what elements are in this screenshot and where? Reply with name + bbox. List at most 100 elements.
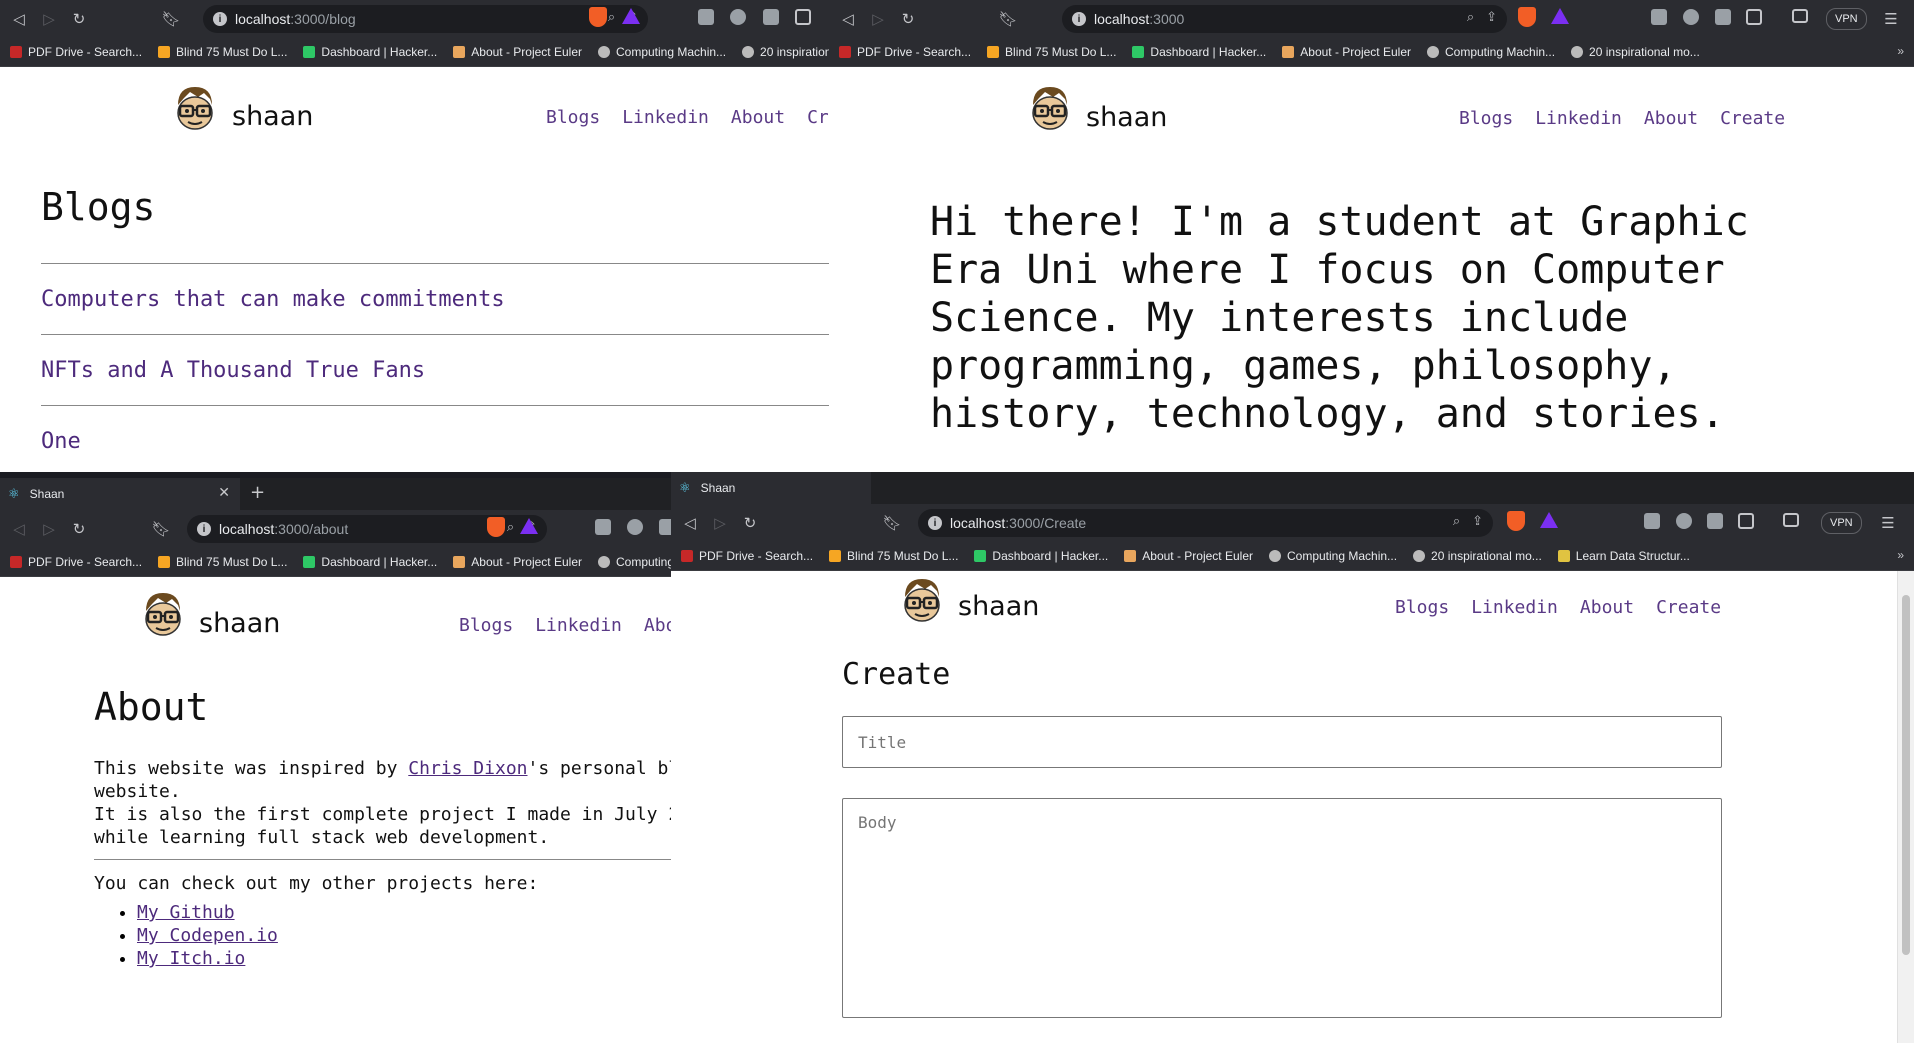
nav-blogs[interactable]: Blogs bbox=[1395, 597, 1449, 618]
back-icon[interactable]: ◁ bbox=[8, 518, 30, 540]
body-textarea[interactable] bbox=[842, 798, 1722, 1018]
chris-dixon-link[interactable]: Chris Dixon bbox=[408, 758, 527, 779]
back-icon[interactable]: ◁ bbox=[8, 8, 30, 30]
brave-rewards-icon[interactable] bbox=[520, 518, 538, 534]
brave-shields-icon[interactable] bbox=[1518, 7, 1536, 27]
reload-icon[interactable]: ↻ bbox=[739, 512, 761, 534]
bookmark-item[interactable]: Computing Machin... bbox=[1426, 45, 1555, 59]
address-bar[interactable]: i localhost:3000 ⌕ ⇪ bbox=[1062, 5, 1507, 33]
bookmark-icon[interactable]: 🔖︎ bbox=[160, 8, 182, 30]
nav-create[interactable]: Cre bbox=[807, 107, 830, 128]
bookmark-icon[interactable]: 🔖︎ bbox=[881, 512, 903, 534]
extension-icon[interactable] bbox=[730, 9, 746, 25]
puzzle-icon[interactable] bbox=[1715, 9, 1731, 25]
vpn-button[interactable]: VPN bbox=[1821, 512, 1862, 534]
tab-shaan[interactable]: ⚛ Shaan ✕ bbox=[0, 478, 240, 510]
brave-rewards-icon[interactable] bbox=[622, 8, 640, 24]
puzzle-icon[interactable] bbox=[1707, 513, 1723, 529]
site-name[interactable]: shaan bbox=[958, 591, 1039, 622]
reload-icon[interactable]: ↻ bbox=[897, 8, 919, 30]
title-input[interactable] bbox=[842, 716, 1722, 768]
bookmark-item[interactable]: 20 inspirational mo... bbox=[1413, 549, 1542, 563]
bookmark-item[interactable]: About - Project Euler bbox=[1282, 45, 1411, 59]
sidebar-icon[interactable] bbox=[1738, 513, 1754, 529]
nav-create[interactable]: Create bbox=[1656, 597, 1721, 618]
brave-shields-icon[interactable] bbox=[1507, 511, 1525, 531]
bookmark-icon[interactable]: 🔖︎ bbox=[150, 518, 172, 540]
nav-linkedin[interactable]: Linkedin bbox=[535, 615, 622, 636]
extension-icon[interactable] bbox=[1676, 513, 1692, 529]
bookmark-item[interactable]: Computing Machin... bbox=[597, 45, 726, 59]
brave-shields-icon[interactable] bbox=[589, 7, 607, 27]
new-tab-icon[interactable]: + bbox=[250, 482, 265, 503]
blog-post-link[interactable]: One bbox=[41, 429, 81, 454]
bookmark-item[interactable]: Dashboard | Hacker... bbox=[1132, 45, 1266, 59]
scrollbar-thumb[interactable] bbox=[1902, 595, 1910, 955]
blog-post-link[interactable]: Computers that can make commitments bbox=[41, 287, 505, 312]
vpn-button[interactable]: VPN bbox=[1826, 8, 1867, 30]
nav-blogs[interactable]: Blogs bbox=[546, 107, 600, 128]
bookmark-item[interactable]: 20 inspirational mo... bbox=[1571, 45, 1700, 59]
extension-icon[interactable] bbox=[698, 9, 714, 25]
bookmark-item[interactable]: Learn Data Structur... bbox=[1557, 549, 1690, 563]
bookmark-item[interactable]: Dashboard | Hacker... bbox=[974, 549, 1108, 563]
avatar-logo-icon[interactable] bbox=[138, 589, 188, 639]
nav-about[interactable]: About bbox=[1580, 597, 1634, 618]
wallet-icon[interactable] bbox=[1792, 9, 1808, 23]
avatar-logo-icon[interactable] bbox=[1025, 83, 1075, 133]
avatar-logo-icon[interactable] bbox=[897, 575, 947, 625]
bookmark-item[interactable]: About - Project Euler bbox=[453, 555, 582, 569]
nav-create[interactable]: Create bbox=[1720, 108, 1785, 129]
bookmark-item[interactable]: PDF Drive - Search... bbox=[839, 45, 971, 59]
back-icon[interactable]: ◁ bbox=[679, 512, 701, 534]
site-info-icon[interactable]: i bbox=[1072, 12, 1086, 26]
bookmark-item[interactable]: Blind 75 Must Do L... bbox=[987, 45, 1116, 59]
forward-icon[interactable]: ▷ bbox=[867, 8, 889, 30]
bookmark-item[interactable]: About - Project Euler bbox=[1124, 549, 1253, 563]
close-tab-icon[interactable]: ✕ bbox=[218, 485, 230, 501]
reload-icon[interactable]: ↻ bbox=[68, 8, 90, 30]
nav-blogs[interactable]: Blogs bbox=[459, 615, 513, 636]
codepen-link[interactable]: My Codepen.io bbox=[137, 925, 278, 946]
menu-icon[interactable]: ☰ bbox=[1877, 512, 1899, 534]
zoom-icon[interactable]: ⌕ bbox=[507, 519, 514, 535]
site-info-icon[interactable]: i bbox=[213, 12, 227, 26]
bookmark-item[interactable]: Computing Machin... bbox=[597, 555, 680, 569]
chevron-more-icon[interactable]: » bbox=[1897, 44, 1904, 58]
github-link[interactable]: My Github bbox=[137, 902, 235, 923]
sidebar-icon[interactable] bbox=[1746, 9, 1762, 25]
chevron-more-icon[interactable]: » bbox=[1897, 548, 1904, 562]
itchio-link[interactable]: My Itch.io bbox=[137, 948, 245, 969]
blog-post-link[interactable]: NFTs and A Thousand True Fans bbox=[41, 358, 425, 383]
brave-rewards-icon[interactable] bbox=[1540, 512, 1558, 528]
scrollbar[interactable] bbox=[1897, 571, 1914, 1043]
site-info-icon[interactable]: i bbox=[197, 522, 211, 536]
bookmark-item[interactable]: Blind 75 Must Do L... bbox=[158, 45, 287, 59]
sidebar-icon[interactable] bbox=[795, 9, 811, 25]
share-icon[interactable]: ⇪ bbox=[1472, 513, 1483, 529]
nav-linkedin[interactable]: Linkedin bbox=[1471, 597, 1558, 618]
bookmark-item[interactable]: About - Project Euler bbox=[453, 45, 582, 59]
wallet-icon[interactable] bbox=[1783, 513, 1799, 527]
bookmark-item[interactable]: Dashboard | Hacker... bbox=[303, 45, 437, 59]
avatar-logo-icon[interactable] bbox=[170, 83, 220, 133]
forward-icon[interactable]: ▷ bbox=[38, 8, 60, 30]
extension-icon[interactable] bbox=[1644, 513, 1660, 529]
bookmark-item[interactable]: 20 inspirational mo... bbox=[742, 45, 830, 59]
address-bar[interactable]: i localhost:3000/Create ⌕ ⇪ bbox=[918, 509, 1493, 537]
extension-icon[interactable] bbox=[595, 519, 611, 535]
nav-about[interactable]: About bbox=[1644, 108, 1698, 129]
tab-shaan[interactable]: ⚛ Shaan bbox=[671, 472, 871, 504]
nav-linkedin[interactable]: Linkedin bbox=[1535, 108, 1622, 129]
forward-icon[interactable]: ▷ bbox=[38, 518, 60, 540]
bookmark-item[interactable]: Blind 75 Must Do L... bbox=[829, 549, 958, 563]
nav-blogs[interactable]: Blogs bbox=[1459, 108, 1513, 129]
zoom-icon[interactable]: ⌕ bbox=[608, 9, 615, 25]
site-name[interactable]: shaan bbox=[199, 608, 280, 639]
bookmark-item[interactable]: PDF Drive - Search... bbox=[10, 555, 142, 569]
forward-icon[interactable]: ▷ bbox=[709, 512, 731, 534]
menu-icon[interactable]: ☰ bbox=[1880, 8, 1902, 30]
reload-icon[interactable]: ↻ bbox=[68, 518, 90, 540]
bookmark-icon[interactable]: 🔖︎ bbox=[997, 8, 1019, 30]
bookmark-item[interactable]: PDF Drive - Search... bbox=[681, 549, 813, 563]
